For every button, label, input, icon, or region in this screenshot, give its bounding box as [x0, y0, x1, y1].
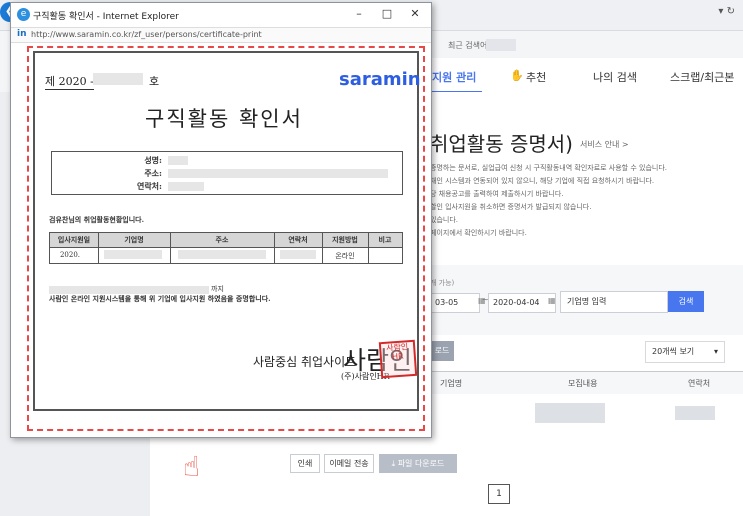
close-button[interactable]: ✕ [403, 7, 427, 20]
description-line: 할인 입사지원을 취소하면 증명서가 발급되지 않습니다. [430, 203, 592, 211]
pagination-page[interactable]: 1 [488, 484, 510, 504]
col-divider [170, 233, 171, 263]
redacted-contact [675, 406, 715, 420]
company-search-input[interactable]: 기업명 입력 [560, 291, 668, 313]
description-line: 당 채용공고를 출력하여 제출하시기 바랍니다. [430, 190, 564, 198]
redacted-number [93, 73, 143, 85]
ie-popup-window: e 구직활동 확인서 - Internet Explorer – □ ✕ in … [10, 2, 432, 438]
refresh-icon[interactable]: ▾ ↻ [718, 6, 735, 17]
label-address: 주소: [144, 168, 162, 178]
redacted-contact [168, 182, 204, 191]
print-button[interactable]: 인쇄 [290, 454, 320, 473]
date-to-calendar-icon[interactable]: ▦ [548, 296, 556, 305]
label-name: 성명: [144, 155, 162, 165]
col-contact: 연락처 [688, 379, 711, 388]
nav-my-search[interactable]: 나의 검색 [593, 69, 637, 85]
nav-apply-manage[interactable]: 지원 관리 [432, 69, 476, 85]
th-address: 주소 [215, 235, 229, 244]
recent-search-label: 최근 검색어 [448, 41, 488, 50]
description-line: 채인 시스템과 연동되어 있지 않으니, 해당 기업에 직접 요청하시기 바랍니… [430, 177, 655, 185]
redacted-company [104, 250, 162, 259]
page-title: 취업활동 증명서) [430, 132, 573, 156]
redacted-name [168, 156, 188, 165]
nav-recommend[interactable]: 추천 [526, 69, 546, 85]
certificate-title: 구직활동 확인서 [145, 107, 303, 131]
company-seal-stamp: 사람인HR [378, 339, 418, 379]
redacted-address [168, 169, 388, 178]
certification-statement: 사람인 온라인 지원시스템을 통해 위 기업에 입사지원 하였음을 증명합니다. [49, 294, 271, 303]
maximize-button[interactable]: □ [375, 7, 399, 20]
address-bar[interactable]: in http://www.saramin.co.kr/zf_user/pers… [11, 27, 431, 43]
date-from-field[interactable]: 03-05 [430, 293, 480, 313]
table-header: 기업명 모집내용 연락처 [410, 371, 743, 394]
download-tab[interactable]: 로드 [430, 341, 454, 361]
description-line: 있습니다. [430, 216, 458, 224]
issuer-tagline: 사람중심 취업사이트 [253, 355, 357, 369]
email-button[interactable]: 이메일 전송 [324, 454, 374, 473]
saramin-logo: saramin [339, 69, 421, 90]
per-page-select[interactable]: 20개씩 보기 ▾ [645, 341, 725, 363]
th-company: 기업명 [124, 235, 144, 244]
col-recruit: 모집내용 [568, 379, 598, 388]
row-apply-date: 2020. [59, 251, 81, 259]
chevron-down-icon: ▾ [713, 347, 718, 356]
service-guide-link[interactable]: 서비스 안내 > [580, 139, 629, 150]
col-company: 기업명 [440, 379, 463, 388]
description-line: 증명하는 문서로, 실업급여 신청 시 구직활동내역 확인자료로 사용할 수 있… [430, 164, 667, 172]
description-line: 페이지에서 확인하시기 바랍니다. [430, 229, 527, 237]
status-intro: 검유찬님의 취업활동현황입니다. [49, 215, 145, 224]
url-text: http://www.saramin.co.kr/zf_user/persons… [31, 30, 262, 39]
filter-label: 개 가능) [430, 279, 455, 287]
redacted-contact [280, 250, 316, 259]
minimize-button[interactable]: – [347, 7, 371, 20]
search-button[interactable]: 검색 [668, 291, 704, 312]
th-method: 지원방법 [332, 235, 358, 244]
recent-search-chip[interactable] [486, 39, 516, 51]
th-apply-date: 입사지원일 [57, 235, 91, 244]
nav-recommend-icon[interactable]: ✋ [510, 69, 524, 82]
col-divider [98, 233, 99, 263]
date-range-tail: 까지 [211, 285, 224, 293]
ie-logo-icon: e [17, 8, 30, 21]
label-contact: 연락처: [136, 181, 162, 191]
redacted-recruit [535, 403, 605, 423]
col-divider [274, 233, 275, 263]
th-note: 비고 [378, 235, 392, 244]
th-contact: 연락처 [288, 235, 308, 244]
job-activity-table: 입사지원일 기업명 주소 연락처 지원방법 비고 2020. 온라인 [49, 232, 403, 264]
nav-scrap[interactable]: 스크랩/최근본 [670, 69, 734, 85]
date-to-field[interactable]: 2020-04-04 [488, 293, 556, 313]
applicant-info-box: 성명: 주소: 연락처: [51, 151, 403, 195]
pointer-hand-icon: ☝ [183, 450, 201, 483]
col-divider [368, 233, 369, 263]
window-title: 구직활동 확인서 - Internet Explorer [33, 12, 179, 22]
redacted-address [178, 250, 266, 259]
certificate-number: 제 2020 - [45, 75, 94, 90]
download-icon: ⤓ [391, 459, 396, 468]
site-icon: in [17, 29, 27, 39]
top-nav: 지원 관리 ✋ 추천 나의 검색 스크랩/최근본 [430, 58, 743, 93]
file-download-button[interactable]: ⤓ 파일 다운로드 [379, 454, 457, 473]
ie-titlebar: e 구직활동 확인서 - Internet Explorer – □ ✕ [11, 3, 431, 27]
row-method: 온라인 [335, 252, 355, 260]
redacted-date-range [49, 286, 209, 294]
per-page-value: 20개씩 보기 [652, 347, 695, 356]
file-download-label: 파일 다운로드 [397, 459, 445, 468]
certificate-number-suffix: 호 [149, 75, 160, 88]
